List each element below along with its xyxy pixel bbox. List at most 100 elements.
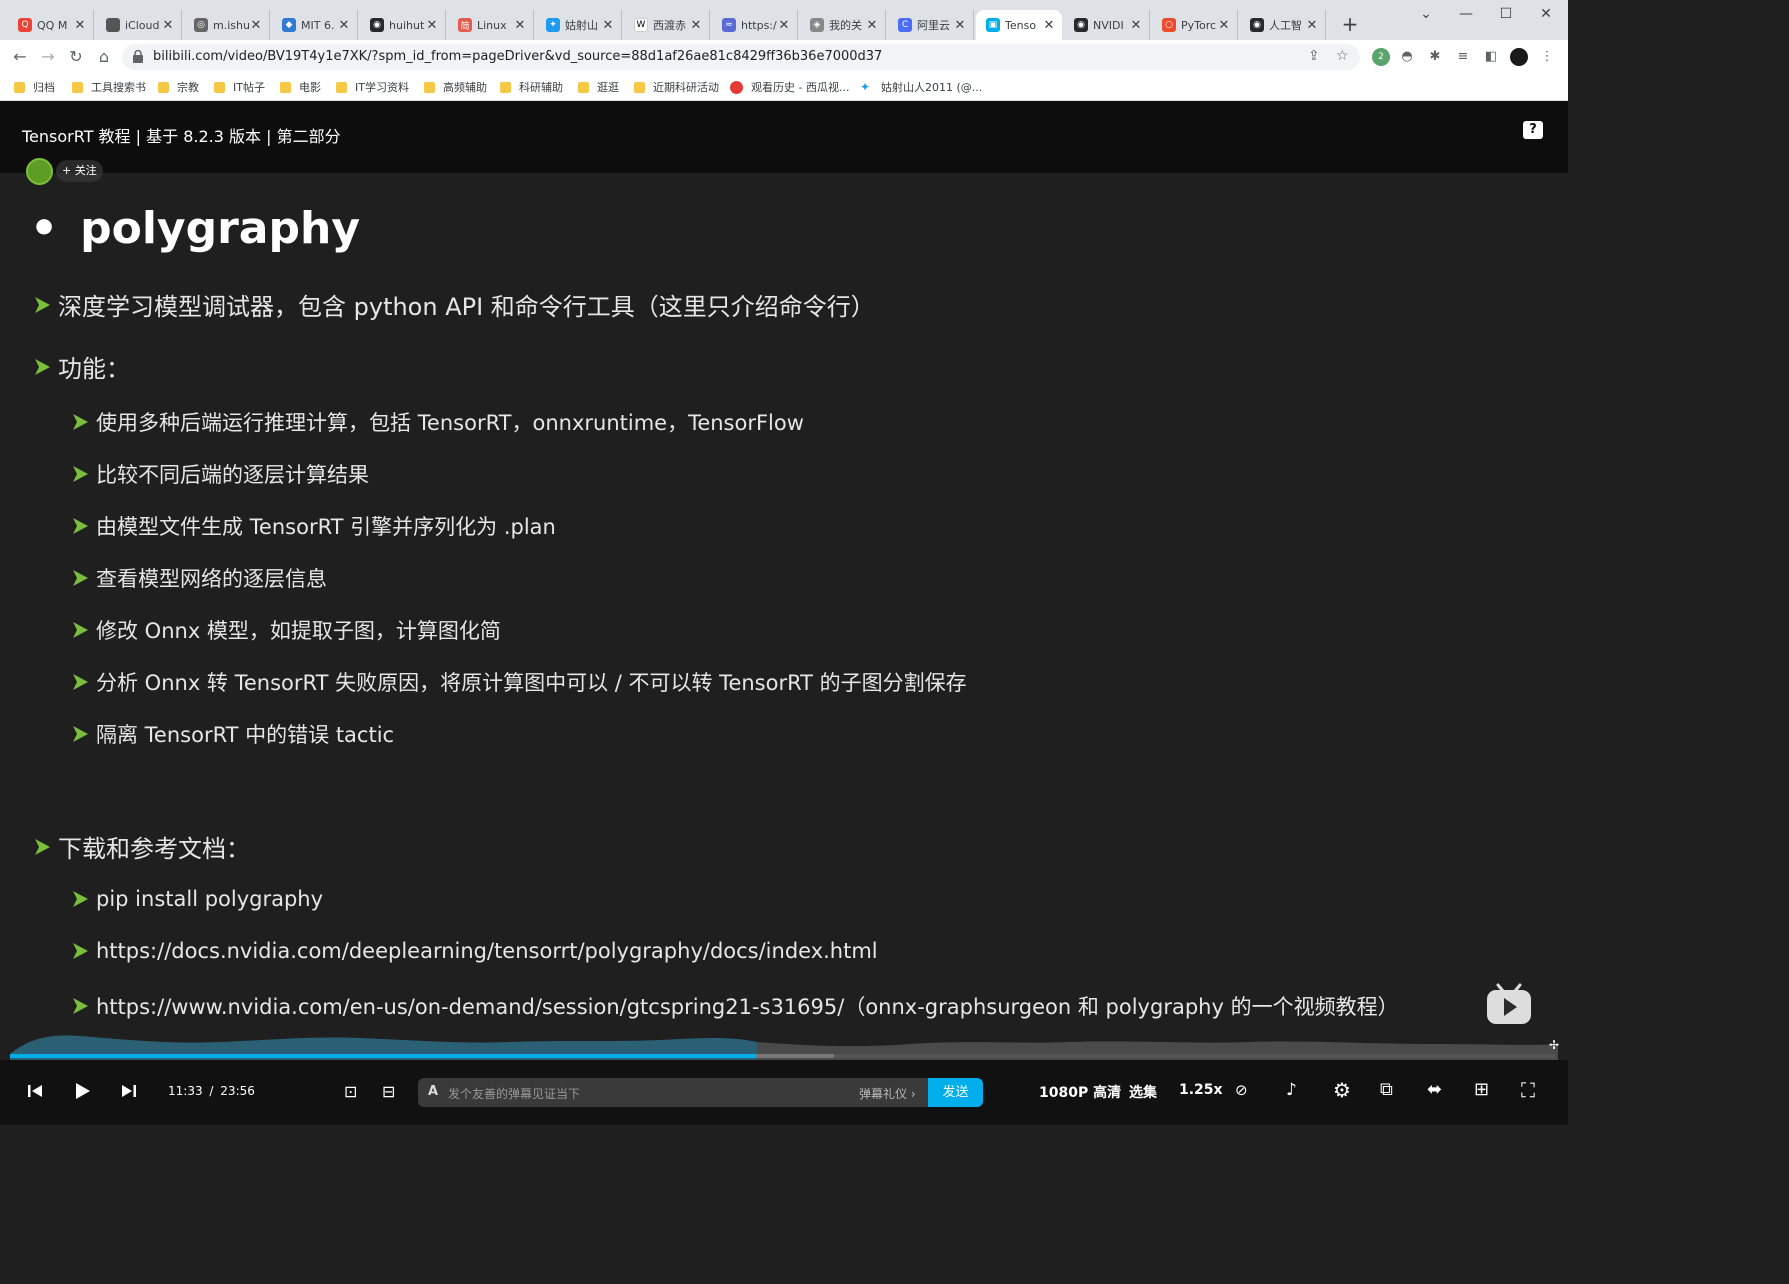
extension-icon[interactable]: 2 — [1372, 48, 1390, 66]
tab-close-icon[interactable]: ✕ — [865, 18, 879, 33]
tab-favicon-icon: ◈ — [810, 18, 824, 32]
tab-label: huihut — [389, 18, 425, 32]
tab-close-icon[interactable]: ✕ — [1217, 18, 1231, 33]
danmaku-toggle-icon[interactable]: ⊡ — [344, 1082, 357, 1101]
tab-close-icon[interactable]: ✕ — [1129, 18, 1143, 33]
bookmark-item[interactable]: 观看历史 - 西瓜视... — [730, 79, 849, 95]
menu-kebab-icon[interactable]: ⋮ — [1538, 48, 1556, 66]
green-arrow-bullet-icon — [73, 891, 88, 907]
bookmark-item[interactable]: IT学习资料 — [336, 79, 409, 95]
close-window-button[interactable]: ✕ — [1526, 4, 1566, 24]
bookmark-item[interactable]: ✦ 姑射山人2011 (@... — [860, 79, 982, 95]
episodes-button[interactable]: 选集 — [1129, 1082, 1157, 1102]
bookmark-label: 电影 — [299, 81, 321, 94]
browser-tab[interactable]: ○ PyTorc ✕ — [1152, 10, 1238, 40]
bookmark-item[interactable]: 近期科研活动 — [634, 79, 719, 95]
danmaku-etiquette-link[interactable]: 弹幕礼仪 › — [859, 1085, 916, 1102]
previous-icon[interactable] — [27, 1083, 43, 1099]
tab-close-icon[interactable]: ✕ — [337, 18, 351, 33]
browser-tab[interactable]: ▣ Tenso ✕ — [976, 10, 1062, 40]
bookmark-star-icon[interactable]: ☆ — [1336, 48, 1349, 64]
danmaku-input[interactable]: A 发个友善的弹幕见证当下 弹幕礼仪 › 发送 — [418, 1078, 983, 1107]
danmaku-settings-icon[interactable]: ⊟ — [382, 1082, 395, 1101]
play-icon[interactable] — [72, 1081, 92, 1101]
tab-close-icon[interactable]: ✕ — [249, 18, 263, 33]
progress-handle-icon[interactable]: ✢ — [1549, 1038, 1559, 1052]
tab-search-icon[interactable]: ⌄ — [1406, 4, 1446, 24]
browser-tab[interactable]: 简 Linux ✕ — [448, 10, 534, 40]
tab-close-icon[interactable]: ✕ — [513, 18, 527, 33]
progress-bar[interactable] — [10, 1054, 1555, 1058]
green-arrow-bullet-icon — [35, 358, 50, 375]
tab-close-icon[interactable]: ✕ — [161, 18, 175, 33]
browser-tab[interactable]: W 西渡赤 ✕ — [624, 10, 710, 40]
speed-selector[interactable]: 1.25x — [1179, 1082, 1223, 1098]
send-danmaku-button[interactable]: 发送 — [928, 1078, 983, 1107]
video-frame-slide[interactable]: • polygraphy 深度学习模型调试器，包含 python API 和命令行… — [0, 173, 1568, 1043]
forward-icon[interactable]: → — [36, 46, 60, 68]
picture-in-picture-icon[interactable]: ⧉ — [1380, 1079, 1393, 1100]
danmaku-placeholder: 发个友善的弹幕见证当下 — [448, 1087, 581, 1101]
bookmark-item[interactable]: 高频辅助 — [424, 79, 487, 95]
web-fullscreen-icon[interactable]: ⊞ — [1474, 1079, 1489, 1100]
tab-favicon-icon: ✦ — [546, 18, 560, 32]
minimize-button[interactable]: — — [1446, 4, 1486, 24]
bookmark-item[interactable]: 电影 — [280, 79, 321, 95]
address-bar[interactable]: bilibili.com/video/BV19T4y1e7XK/?spm_id_… — [122, 44, 1360, 70]
next-icon[interactable] — [121, 1083, 137, 1099]
browser-tab[interactable]: ≈ https:/✕ — [712, 10, 798, 40]
incognito-extension-icon[interactable]: ◓ — [1398, 48, 1416, 66]
bookmark-item[interactable]: 科研辅助 — [500, 79, 563, 95]
browser-tab[interactable]: ◆ MIT 6. ✕ — [272, 10, 358, 40]
browser-tab[interactable]: ◎ m.ishu ✕ — [184, 10, 270, 40]
follow-button[interactable]: + 关注 — [56, 160, 103, 182]
quality-selector[interactable]: 1080P 高清 — [1039, 1082, 1121, 1102]
tab-label: https:/ — [741, 18, 777, 32]
danmaku-style-icon[interactable]: A — [428, 1084, 438, 1099]
tab-favicon-icon: ◆ — [282, 18, 296, 32]
bookmark-item[interactable]: IT帖子 — [214, 79, 265, 95]
tab-label: 人工智 — [1269, 19, 1302, 32]
bookmark-item[interactable]: 逛逛 — [578, 79, 619, 95]
green-arrow-bullet-icon — [73, 622, 88, 638]
bookmark-item[interactable]: 归档 — [14, 79, 55, 95]
browser-tab[interactable]: ◈ 我的关 ✕ — [800, 10, 886, 40]
bookmark-item[interactable]: 宗教 — [158, 79, 199, 95]
tab-close-icon[interactable]: ✕ — [689, 18, 703, 33]
tab-close-icon[interactable]: ✕ — [73, 18, 87, 33]
widescreen-icon[interactable]: ⬌ — [1427, 1079, 1442, 1100]
side-panel-icon[interactable]: ◧ — [1482, 48, 1500, 66]
tab-close-icon[interactable]: ✕ — [1042, 18, 1056, 33]
uploader-avatar[interactable] — [26, 158, 53, 185]
new-tab-button[interactable]: + — [1337, 12, 1363, 38]
browser-tab[interactable]: ◉ huihut ✕ — [360, 10, 446, 40]
maximize-button[interactable]: ☐ — [1486, 4, 1526, 24]
tab-close-icon[interactable]: ✕ — [601, 18, 615, 33]
browser-tab[interactable]: ✦ 姑射山 ✕ — [536, 10, 622, 40]
media-control-icon[interactable]: ≡ — [1454, 48, 1472, 66]
browser-tab[interactable]: ◉ 人工智 ✕ — [1240, 10, 1326, 40]
slide-bullet-level2: 由模型文件生成 TensorRT 引擎并序列化为 .plan — [70, 511, 556, 541]
help-icon[interactable]: ? — [1523, 121, 1543, 139]
tab-close-icon[interactable]: ✕ — [425, 18, 439, 33]
slide-bullet-level2: 比较不同后端的逐层计算结果 — [70, 459, 369, 489]
tab-close-icon[interactable]: ✕ — [953, 18, 967, 33]
bookmark-item[interactable]: 工具搜索书 — [72, 79, 146, 95]
back-icon[interactable]: ← — [8, 46, 32, 68]
settings-gear-icon[interactable]: ⚙ — [1333, 1078, 1351, 1102]
reload-icon[interactable]: ↻ — [64, 46, 88, 68]
tab-close-icon[interactable]: ✕ — [1305, 18, 1319, 33]
browser-tab[interactable]: C 阿里云 ✕ — [888, 10, 974, 40]
volume-icon[interactable]: ♪ — [1286, 1080, 1297, 1100]
browser-tab[interactable]: iCloud ✕ — [96, 10, 182, 40]
bilibili-play-logo-icon[interactable] — [1484, 979, 1534, 1029]
tab-close-icon[interactable]: ✕ — [777, 18, 791, 33]
profile-avatar[interactable] — [1510, 48, 1528, 66]
browser-tab[interactable]: ◉ NVIDI ✕ — [1064, 10, 1150, 40]
browser-tab[interactable]: Q QQ M ✕ — [8, 10, 94, 40]
fullscreen-icon[interactable]: ⛶ — [1521, 1078, 1535, 1102]
home-icon[interactable]: ⌂ — [92, 46, 116, 68]
puzzle-extensions-icon[interactable]: ✱ — [1426, 48, 1444, 66]
subtitle-off-icon[interactable]: ⊘ — [1235, 1081, 1248, 1099]
share-icon[interactable]: ⇪ — [1308, 48, 1320, 64]
